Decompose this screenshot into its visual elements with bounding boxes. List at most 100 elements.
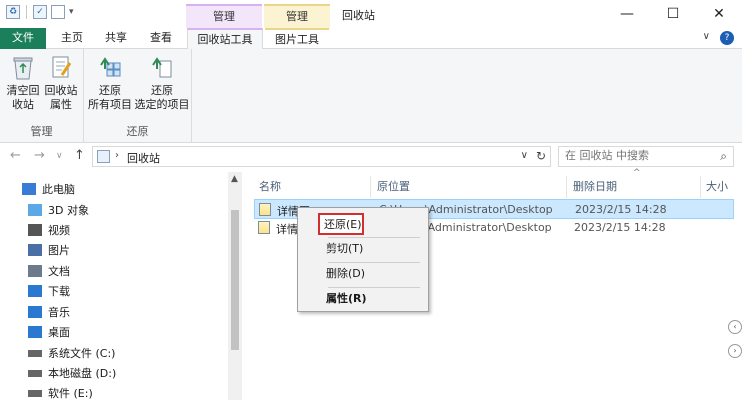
restore-all-label-2: 所有项目 (88, 98, 132, 111)
file-date-deleted: 2023/2/15 14:28 (574, 221, 666, 234)
image-file-icon (259, 203, 271, 216)
new-folder-quick-icon[interactable] (51, 5, 65, 19)
search-box[interactable]: ⌕ (558, 146, 734, 167)
context-group-picture-manage: 管理 (264, 4, 330, 28)
close-button[interactable]: ✕ (696, 0, 742, 28)
nav-item-documents[interactable]: 文档 (28, 261, 70, 281)
nav-item-videos[interactable]: 视频 (28, 220, 70, 240)
restore-all-items-button[interactable]: 还原 所有项目 (86, 53, 134, 112)
scroll-left-arrow-icon[interactable]: ‹ (728, 320, 742, 334)
nav-item-drive-e[interactable]: 软件 (E:) (28, 383, 93, 400)
search-icon[interactable]: ⌕ (720, 149, 727, 164)
minimize-button[interactable]: — (604, 0, 650, 28)
nav-item-this-pc[interactable]: 此电脑 (22, 179, 75, 199)
restore-selected-items-button[interactable]: 还原 选定的项目 (134, 53, 190, 112)
menu-item-properties[interactable]: 属性(R) (302, 289, 424, 311)
tab-share[interactable]: 共享 (98, 28, 134, 49)
forward-button[interactable]: → (34, 148, 45, 163)
tab-home[interactable]: 主页 (54, 28, 90, 49)
nav-item-music[interactable]: 音乐 (28, 302, 70, 322)
nav-item-label: 图片 (48, 244, 70, 257)
ribbon-group-label-restore: 还原 (126, 125, 149, 138)
recycle-bin-properties-button[interactable]: 回收站 属性 (42, 53, 80, 112)
search-input[interactable] (565, 149, 705, 162)
column-header-date-deleted[interactable]: 删除日期 (573, 176, 617, 198)
recycle-bin-properties-icon (52, 56, 72, 78)
recycle-bin-properties-label-1: 回收站 (44, 84, 78, 97)
back-button[interactable]: ← (10, 148, 21, 163)
computer-icon (22, 183, 36, 195)
tab-view[interactable]: 查看 (143, 28, 179, 49)
menu-separator (328, 237, 420, 238)
empty-recycle-bin-button[interactable]: 清空回 收站 (4, 53, 42, 112)
drive-d-icon (28, 369, 42, 377)
image-file-icon (258, 221, 270, 234)
nav-item-label: 3D 对象 (48, 204, 89, 217)
nav-item-label: 音乐 (48, 306, 70, 319)
nav-item-label: 文档 (48, 265, 70, 278)
empty-recycle-bin-icon (13, 57, 33, 80)
help-icon[interactable]: ? (720, 31, 734, 45)
documents-icon (28, 265, 42, 277)
refresh-icon[interactable]: ↻ (536, 149, 546, 163)
maximize-button[interactable]: ☐ (650, 0, 696, 28)
tab-recycle-bin-tools[interactable]: 回收站工具 (187, 28, 263, 50)
drive-c-icon (28, 349, 42, 357)
nav-item-pictures[interactable]: 图片 (28, 240, 70, 260)
sort-indicator-icon: ^ (633, 168, 641, 178)
ribbon-group-restore: 还原 所有项目 还原 选定的项目 还原 (84, 49, 192, 143)
nav-item-3d-objects[interactable]: 3D 对象 (28, 200, 89, 220)
navigation-pane: 此电脑 3D 对象 视频 图片 文档 下载 音乐 桌面 系统文件 (C:) 本地… (0, 172, 242, 400)
scroll-up-arrow-icon[interactable]: ▲ (231, 174, 238, 184)
nav-item-label: 下载 (48, 285, 70, 298)
column-separator[interactable] (566, 176, 567, 198)
file-date-deleted: 2023/2/15 14:28 (575, 203, 667, 216)
nav-item-desktop[interactable]: 桌面 (28, 322, 70, 342)
column-header-name[interactable]: 名称 (259, 176, 281, 198)
nav-item-label: 系统文件 (C:) (48, 347, 116, 360)
ribbon: 清空回 收站 回收站 属性 管理 还原 所有项目 还原 选定的项目 还原 (0, 49, 742, 143)
address-dropdown-icon[interactable]: ∨ (521, 150, 528, 161)
context-group-recycle-bin-manage: 管理 (186, 4, 262, 28)
scrollbar-thumb[interactable] (231, 210, 239, 350)
nav-item-label: 此电脑 (42, 183, 75, 196)
tab-picture-tools[interactable]: 图片工具 (265, 28, 329, 49)
3d-objects-icon (28, 204, 42, 216)
videos-icon (28, 224, 42, 236)
recent-locations-button[interactable]: ∨ (56, 151, 63, 161)
context-menu: 还原(E) 剪切(T) 删除(D) 属性(R) (297, 207, 429, 312)
column-header-size[interactable]: 大小 (706, 176, 728, 198)
menu-item-cut[interactable]: 剪切(T) (302, 239, 424, 261)
navigation-pane-scrollbar[interactable]: ▲ (228, 172, 242, 400)
nav-item-downloads[interactable]: 下载 (28, 281, 70, 301)
scroll-right-arrow-icon[interactable]: › (728, 344, 742, 358)
ribbon-right-controls: ∨ ? (703, 31, 734, 45)
file-list-scrollbar[interactable]: ‹ › (728, 172, 742, 400)
collapse-ribbon-icon[interactable]: ∨ (703, 31, 710, 45)
menu-item-restore[interactable]: 还原(E) (318, 213, 364, 235)
properties-quick-icon[interactable]: ✓ (33, 5, 47, 19)
up-button[interactable]: ↑ (74, 148, 85, 163)
address-bar[interactable]: › 回收站 ∨ ↻ (92, 146, 551, 167)
qat-dropdown-icon[interactable]: ▾ (69, 7, 74, 17)
column-separator[interactable] (700, 176, 701, 198)
tab-file[interactable]: 文件 (0, 28, 46, 49)
breadcrumb-separator[interactable]: › (115, 150, 119, 161)
column-separator[interactable] (370, 176, 371, 198)
quick-access-toolbar: ♻ ✓ ▾ (6, 5, 74, 19)
empty-recycle-bin-label-1: 清空回 (6, 84, 40, 97)
empty-recycle-bin-label-2: 收站 (12, 98, 34, 111)
restore-selected-label-1: 还原 (151, 84, 173, 97)
menu-item-delete[interactable]: 删除(D) (302, 264, 424, 286)
breadcrumb-recycle-bin[interactable]: 回收站 (127, 150, 160, 166)
drive-e-icon (28, 389, 42, 397)
column-header-original-location[interactable]: 原位置 (377, 176, 410, 198)
music-icon (28, 306, 42, 318)
file-name: 详情 (276, 223, 298, 236)
restore-selected-icon (152, 57, 172, 78)
title-bar: ♻ ✓ ▾ 管理 管理 回收站 — ☐ ✕ (0, 0, 742, 28)
pictures-icon (28, 244, 42, 256)
nav-item-drive-c[interactable]: 系统文件 (C:) (28, 343, 115, 363)
nav-item-drive-d[interactable]: 本地磁盘 (D:) (28, 363, 116, 383)
nav-item-label: 视频 (48, 224, 70, 237)
